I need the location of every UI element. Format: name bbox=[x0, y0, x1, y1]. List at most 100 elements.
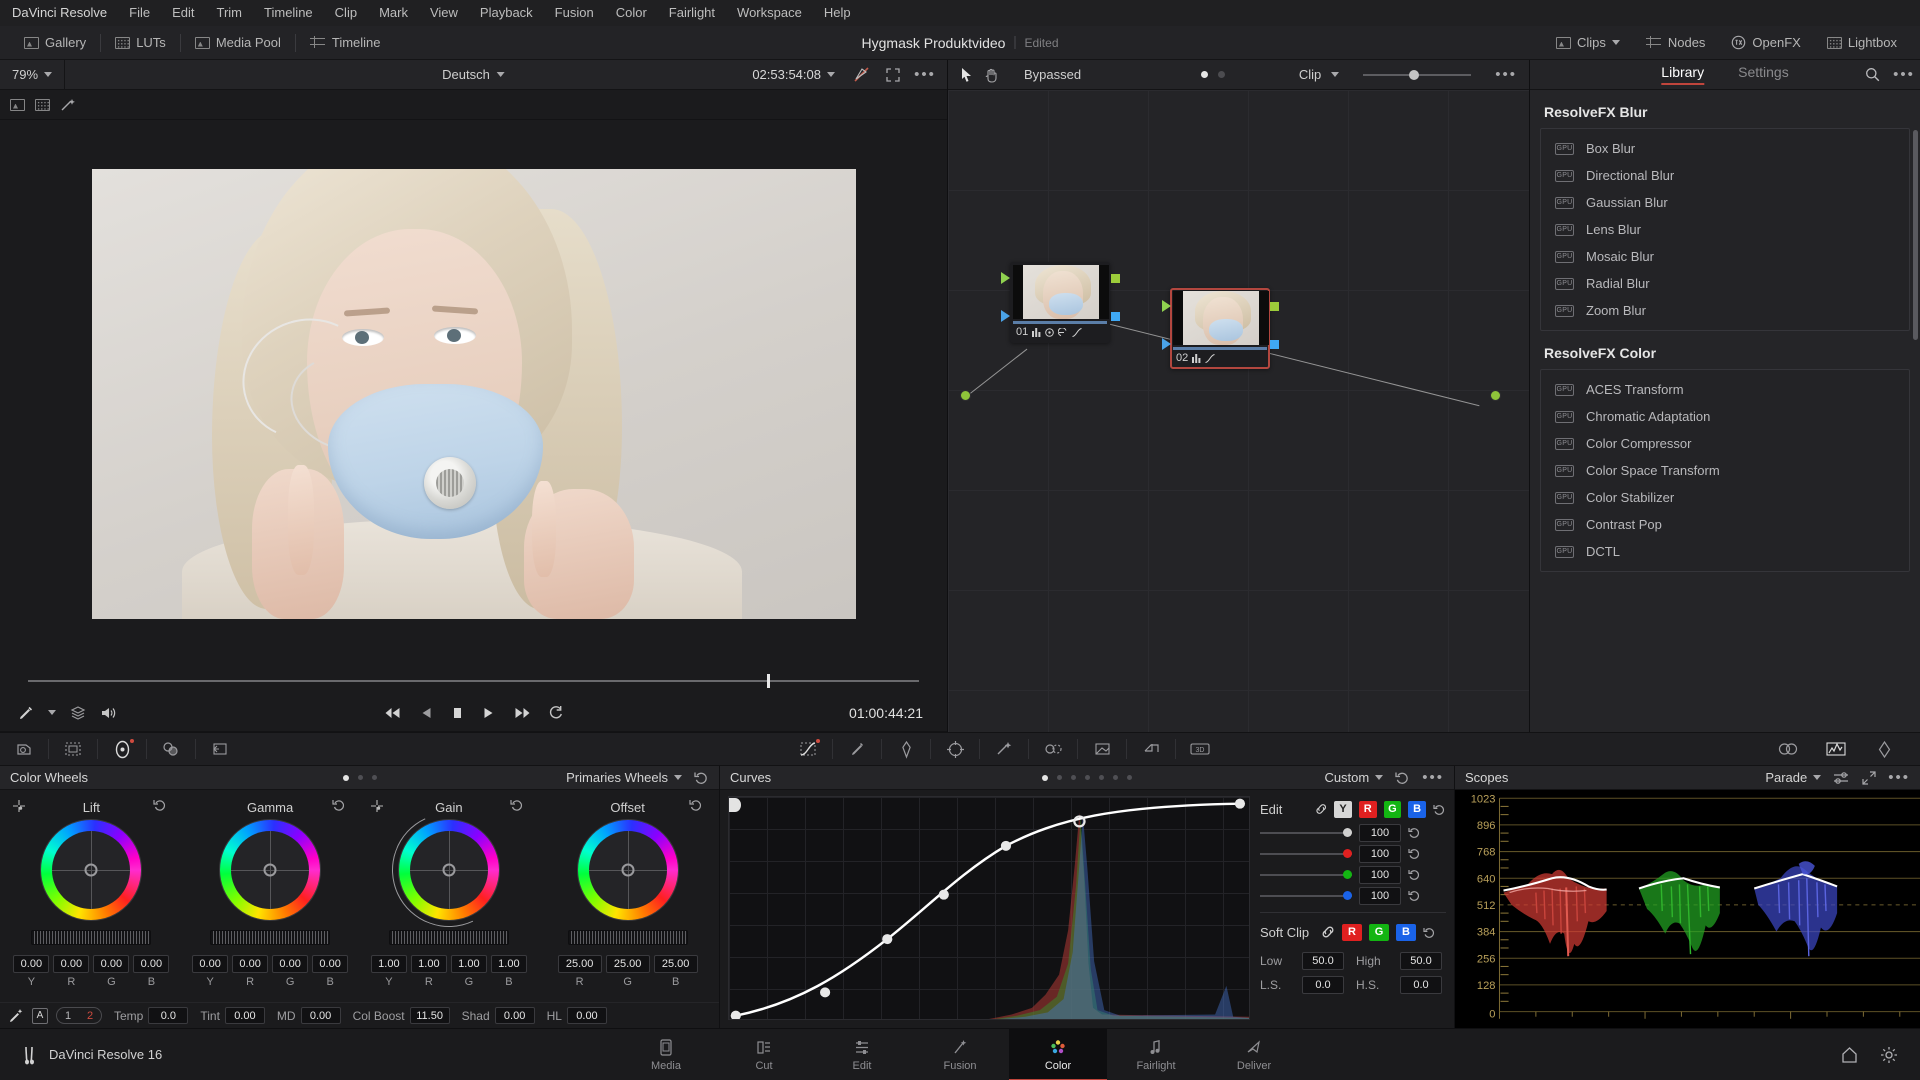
gamma-g-field[interactable]: 0.00 bbox=[272, 955, 309, 973]
list-item[interactable]: GPU Mosaic Blur bbox=[1541, 243, 1909, 270]
gallery-button[interactable]: Gallery bbox=[10, 26, 100, 60]
gain-reset-button[interactable] bbox=[510, 798, 524, 812]
menu-item-davinci-resolve[interactable]: DaVinci Resolve bbox=[8, 0, 118, 26]
menu-item-fairlight[interactable]: Fairlight bbox=[658, 0, 726, 26]
tab-settings[interactable]: Settings bbox=[1738, 64, 1789, 85]
node-01-output-blue[interactable] bbox=[1111, 312, 1120, 321]
menu-item-fusion[interactable]: Fusion bbox=[544, 0, 605, 26]
magic-mask-icon[interactable] bbox=[60, 98, 77, 112]
menu-item-color[interactable]: Color bbox=[605, 0, 658, 26]
color-picker-icon[interactable] bbox=[18, 705, 34, 721]
y-channel-value[interactable]: 100 bbox=[1359, 823, 1401, 842]
r-reset-button[interactable] bbox=[1408, 847, 1421, 860]
node-01-output-green[interactable] bbox=[1111, 274, 1120, 283]
library-search-button[interactable] bbox=[1856, 60, 1888, 90]
luts-button[interactable]: LUTs bbox=[101, 26, 180, 60]
library-scrollbar[interactable] bbox=[1913, 130, 1918, 340]
viewer-options-button[interactable]: ••• bbox=[909, 60, 941, 90]
gain-y-field[interactable]: 1.00 bbox=[370, 955, 407, 973]
node-02-input-green[interactable] bbox=[1162, 300, 1171, 312]
curves-icon[interactable] bbox=[784, 732, 832, 766]
power-window-icon[interactable] bbox=[882, 732, 930, 766]
stack-icon[interactable] bbox=[70, 705, 86, 721]
lift-master-slider[interactable] bbox=[31, 930, 152, 945]
node-scope-selector[interactable]: Clip bbox=[1287, 60, 1351, 90]
media-pool-button[interactable]: Media Pool bbox=[181, 26, 295, 60]
curve-white-point-handle[interactable] bbox=[728, 797, 742, 815]
jump-end-icon[interactable] bbox=[512, 706, 530, 720]
list-item[interactable]: GPU Color Space Transform bbox=[1541, 457, 1909, 484]
g-channel-value[interactable]: 100 bbox=[1359, 865, 1401, 884]
scopes-icon[interactable] bbox=[1812, 732, 1860, 766]
offset-master-slider[interactable] bbox=[567, 930, 688, 945]
gamma-r-field[interactable]: 0.00 bbox=[232, 955, 269, 973]
md-value[interactable]: 0.00 bbox=[300, 1007, 341, 1024]
page-tab-deliver[interactable]: Deliver bbox=[1205, 1029, 1303, 1080]
playhead[interactable] bbox=[766, 674, 770, 688]
wipe-toggle-button[interactable] bbox=[845, 60, 877, 90]
edit-reset-button[interactable] bbox=[1433, 803, 1446, 816]
curves-mode-selector[interactable]: Custom bbox=[1324, 770, 1384, 785]
offset-b-field[interactable]: 25.00 bbox=[653, 955, 698, 973]
list-item[interactable]: GPU Box Blur bbox=[1541, 135, 1909, 162]
lightbox-button[interactable]: Lightbox bbox=[1814, 26, 1910, 60]
library-body[interactable]: ResolveFX Blur GPU Box Blur GPU Directio… bbox=[1530, 90, 1920, 732]
wheel-page-2[interactable]: 2 bbox=[79, 1010, 101, 1022]
library-options-button[interactable]: ••• bbox=[1888, 60, 1920, 90]
chevron-down-icon[interactable] bbox=[48, 710, 56, 715]
node-02-output-green[interactable] bbox=[1270, 302, 1279, 311]
offset-g-field[interactable]: 25.00 bbox=[605, 955, 650, 973]
y-slider-knob[interactable] bbox=[1343, 827, 1352, 837]
viewer-image[interactable] bbox=[91, 169, 856, 619]
color-wheels-reset-button[interactable] bbox=[694, 770, 709, 785]
openfx-button[interactable]: OpenFX bbox=[1718, 26, 1813, 60]
play-icon[interactable] bbox=[482, 706, 494, 720]
menu-item-mark[interactable]: Mark bbox=[368, 0, 419, 26]
clips-button[interactable]: Clips bbox=[1543, 26, 1633, 60]
auto-mode-button[interactable]: A bbox=[32, 1007, 48, 1024]
audio-icon[interactable] bbox=[100, 705, 117, 721]
list-item[interactable]: GPU ACES Transform bbox=[1541, 376, 1909, 403]
color-wheels-pager[interactable] bbox=[342, 774, 377, 781]
offset-wheel-knob[interactable] bbox=[621, 863, 635, 877]
gamma-b-field[interactable]: 0.00 bbox=[312, 955, 349, 973]
curves-reset-button[interactable] bbox=[1395, 770, 1410, 785]
gain-b-field[interactable]: 1.00 bbox=[490, 955, 527, 973]
b-channel-value[interactable]: 100 bbox=[1359, 886, 1401, 905]
viewer-scrubber[interactable] bbox=[0, 668, 947, 694]
lift-g-field[interactable]: 0.00 bbox=[93, 955, 130, 973]
b-slider-knob[interactable] bbox=[1343, 890, 1352, 900]
list-item[interactable]: GPU Color Stabilizer bbox=[1541, 484, 1909, 511]
gamma-master-slider[interactable] bbox=[210, 930, 331, 945]
parade-scope[interactable]: 1023 896 768 640 512 384 256 128 0 bbox=[1455, 790, 1920, 1028]
node-02[interactable]: 02 bbox=[1162, 288, 1279, 369]
curves-pager[interactable] bbox=[1042, 774, 1132, 781]
page-tab-cut[interactable]: Cut bbox=[715, 1029, 813, 1080]
motion-effects-icon[interactable] bbox=[196, 732, 244, 766]
stereo-icon[interactable] bbox=[1764, 732, 1812, 766]
tint-value[interactable]: 0.00 bbox=[224, 1007, 265, 1024]
offset-r-field[interactable]: 25.00 bbox=[557, 955, 602, 973]
menu-item-playback[interactable]: Playback bbox=[469, 0, 544, 26]
list-item[interactable]: GPU Gaussian Blur bbox=[1541, 189, 1909, 216]
bypass-control[interactable]: Bypassed bbox=[1012, 60, 1093, 90]
b-reset-button[interactable] bbox=[1408, 889, 1421, 902]
page-tab-color[interactable]: Color bbox=[1009, 1028, 1107, 1080]
soft-clip-g-button[interactable]: G bbox=[1369, 923, 1389, 941]
g-channel-slider[interactable] bbox=[1260, 869, 1352, 879]
sizing-icon[interactable] bbox=[1127, 732, 1175, 766]
shad-value[interactable]: 0.00 bbox=[494, 1007, 535, 1024]
page-tab-edit[interactable]: Edit bbox=[813, 1029, 911, 1080]
node-02-output-blue[interactable] bbox=[1270, 340, 1279, 349]
offset-wheel[interactable] bbox=[577, 820, 678, 920]
gain-r-field[interactable]: 1.00 bbox=[410, 955, 447, 973]
color-wheels-icon[interactable] bbox=[98, 732, 146, 766]
list-item[interactable]: GPU Zoom Blur bbox=[1541, 297, 1909, 324]
tracker-icon[interactable] bbox=[931, 732, 979, 766]
channel-g-button[interactable]: G bbox=[1383, 800, 1402, 818]
g-reset-button[interactable] bbox=[1408, 868, 1421, 881]
blur-icon[interactable] bbox=[1029, 732, 1077, 766]
color-wheels-mode-selector[interactable]: Primaries Wheels bbox=[566, 770, 682, 785]
page-tab-media[interactable]: Media bbox=[617, 1029, 715, 1080]
curves-options-button[interactable]: ••• bbox=[1422, 769, 1444, 786]
